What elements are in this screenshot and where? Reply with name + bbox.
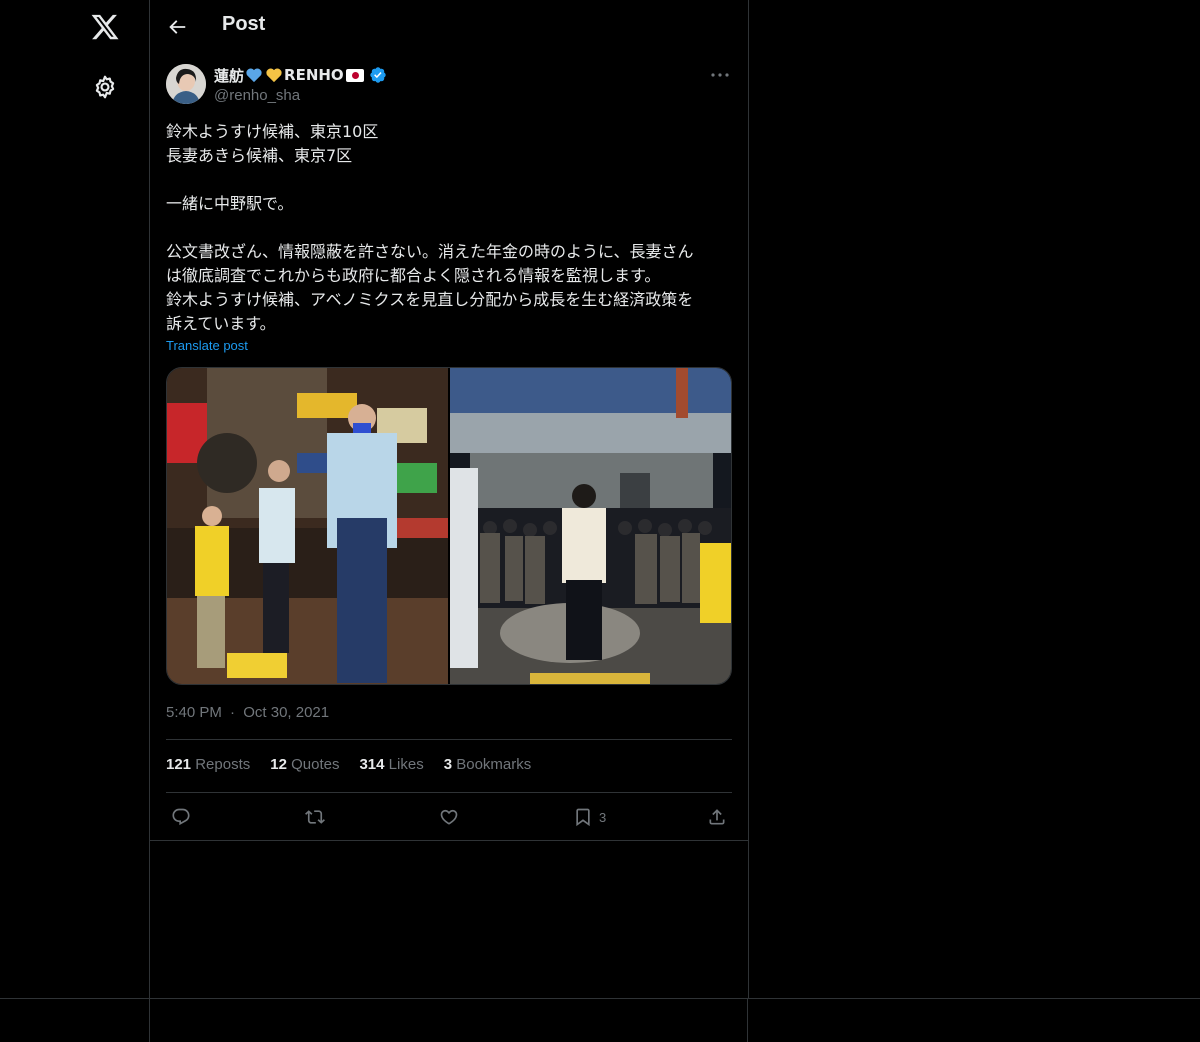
blue-heart-icon (246, 68, 262, 83)
bookmark-icon (576, 808, 590, 827)
media-grid (166, 367, 732, 685)
repost-button[interactable] (305, 806, 325, 828)
author-name-suffix: RENHO (284, 66, 344, 84)
stat-label: Likes (388, 756, 424, 773)
verified-badge-icon[interactable] (369, 66, 387, 84)
more-icon[interactable] (710, 68, 730, 82)
stat-count: 12 (270, 756, 287, 773)
share-button[interactable] (707, 806, 727, 828)
stat-likes[interactable]: 314 Likes (359, 756, 423, 776)
stat-count: 314 (359, 756, 385, 773)
left-nav (0, 0, 149, 998)
japan-flag-icon (345, 68, 364, 82)
action-bar: 3 (166, 800, 732, 836)
author-handle[interactable]: @renho_sha (214, 87, 387, 104)
post-date[interactable]: Oct 30, 2021 (243, 704, 329, 721)
bottom-border (0, 998, 1200, 999)
divider (166, 792, 732, 793)
column-border-left (149, 998, 150, 1042)
main-column: Post 蓮舫 RENHO @renho_sha 鈴木ようすけ候補、東京10区 … (149, 0, 749, 998)
translate-post-link[interactable]: Translate post (166, 338, 248, 353)
post-photo-right[interactable] (450, 368, 732, 685)
stat-reposts[interactable]: 121 Reposts (166, 756, 250, 776)
stat-quotes[interactable]: 12 Quotes (270, 756, 339, 776)
post-stats: 121 Reposts 12 Quotes 314 Likes 3 Bookma… (166, 756, 531, 776)
timestamp-separator: · (230, 704, 236, 721)
author-name: 蓮舫 (214, 66, 245, 85)
like-button[interactable] (439, 806, 459, 828)
stat-count: 121 (166, 756, 192, 773)
post-time[interactable]: 5:40 PM (166, 704, 222, 721)
repost-icon (305, 810, 325, 824)
back-arrow-icon[interactable] (166, 16, 188, 38)
reply-icon (172, 808, 190, 826)
post-timestamp: 5:40 PM · Oct 30, 2021 (166, 704, 329, 721)
author-block: 蓮舫 RENHO @renho_sha (214, 65, 387, 104)
stat-label: Bookmarks (456, 756, 532, 773)
stat-count: 3 (443, 756, 453, 773)
reply-button[interactable] (171, 806, 191, 828)
author-name-row[interactable]: 蓮舫 RENHO (214, 65, 387, 85)
post-bottom-border (150, 840, 748, 841)
bookmark-count: 3 (599, 809, 607, 825)
page-title: Post (222, 13, 266, 35)
x-logo-icon[interactable] (90, 12, 120, 42)
bookmark-button[interactable]: 3 (573, 806, 606, 828)
stat-label: Quotes (291, 756, 340, 773)
avatar[interactable] (166, 64, 206, 104)
post-text: 鈴木ようすけ候補、東京10区 長妻あきら候補、東京7区 一緒に中野駅で。 公文書… (166, 122, 694, 333)
stat-label: Reposts (195, 756, 251, 773)
like-icon (440, 809, 458, 825)
stat-bookmarks[interactable]: 3 Bookmarks (444, 756, 532, 776)
divider (166, 739, 732, 740)
column-border-right (747, 998, 748, 1042)
share-icon (709, 809, 725, 825)
post-photo-left[interactable] (167, 368, 448, 685)
yellow-heart-icon (266, 68, 282, 83)
page-header: Post (150, 0, 748, 53)
settings-gear-icon[interactable] (92, 74, 118, 100)
